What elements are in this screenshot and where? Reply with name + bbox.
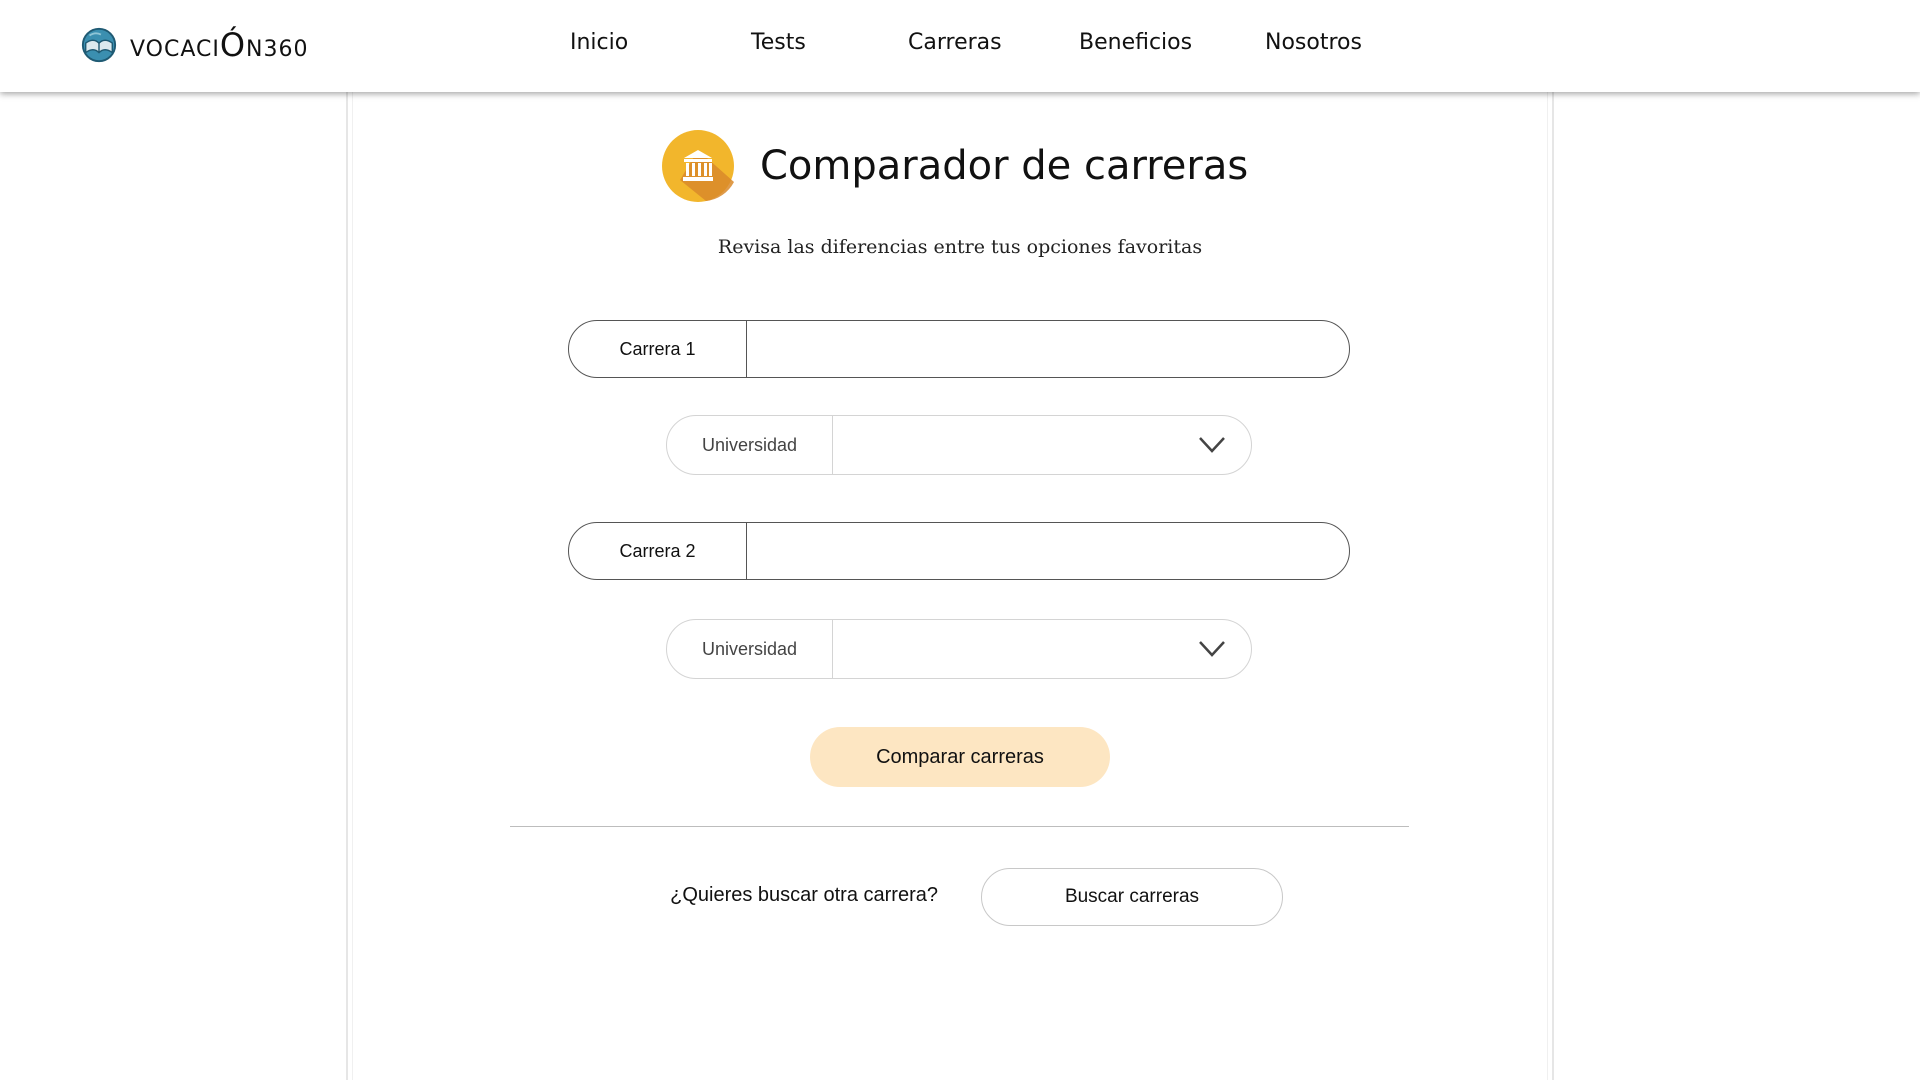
- nav-nosotros[interactable]: Nosotros: [1265, 30, 1362, 55]
- career-1-input[interactable]: [747, 321, 1349, 377]
- university-1-label: Universidad: [667, 416, 833, 474]
- brand-name: VOCACIÓN360: [130, 25, 309, 64]
- career-1-field: Carrera 1: [568, 320, 1350, 378]
- compare-careers-button[interactable]: Comparar carreras: [810, 727, 1110, 787]
- career-2-field: Carrera 2: [568, 522, 1350, 580]
- globe-book-icon: [81, 27, 117, 63]
- bank-building-icon: [662, 130, 734, 202]
- page-header: Comparador de carreras: [662, 130, 1248, 202]
- search-prompt: ¿Quieres buscar otra carrera?: [670, 884, 938, 906]
- university-2-label: Universidad: [667, 620, 833, 678]
- career-2-label: Carrera 2: [569, 523, 747, 579]
- top-navbar: VOCACIÓN360 Inicio Tests Carreras Benefi…: [0, 0, 1920, 92]
- university-1-field: Universidad: [666, 415, 1252, 475]
- chevron-down-icon: [1199, 641, 1225, 657]
- nav-inicio[interactable]: Inicio: [570, 30, 628, 55]
- page-title: Comparador de carreras: [760, 143, 1249, 189]
- page-subtitle: Revisa las diferencias entre tus opcione…: [717, 236, 1203, 258]
- nav-tests[interactable]: Tests: [751, 30, 806, 55]
- career-1-label: Carrera 1: [569, 321, 747, 377]
- nav-beneficios[interactable]: Beneficios: [1079, 30, 1192, 55]
- brand-logo[interactable]: VOCACIÓN360: [80, 22, 309, 68]
- chevron-down-icon: [1199, 437, 1225, 453]
- search-careers-button[interactable]: Buscar carreras: [981, 868, 1283, 926]
- university-2-select[interactable]: [833, 620, 1251, 678]
- section-divider: [510, 826, 1409, 827]
- university-2-field: Universidad: [666, 619, 1252, 679]
- career-2-input[interactable]: [747, 523, 1349, 579]
- nav-carreras[interactable]: Carreras: [908, 30, 1002, 55]
- university-1-select[interactable]: [833, 416, 1251, 474]
